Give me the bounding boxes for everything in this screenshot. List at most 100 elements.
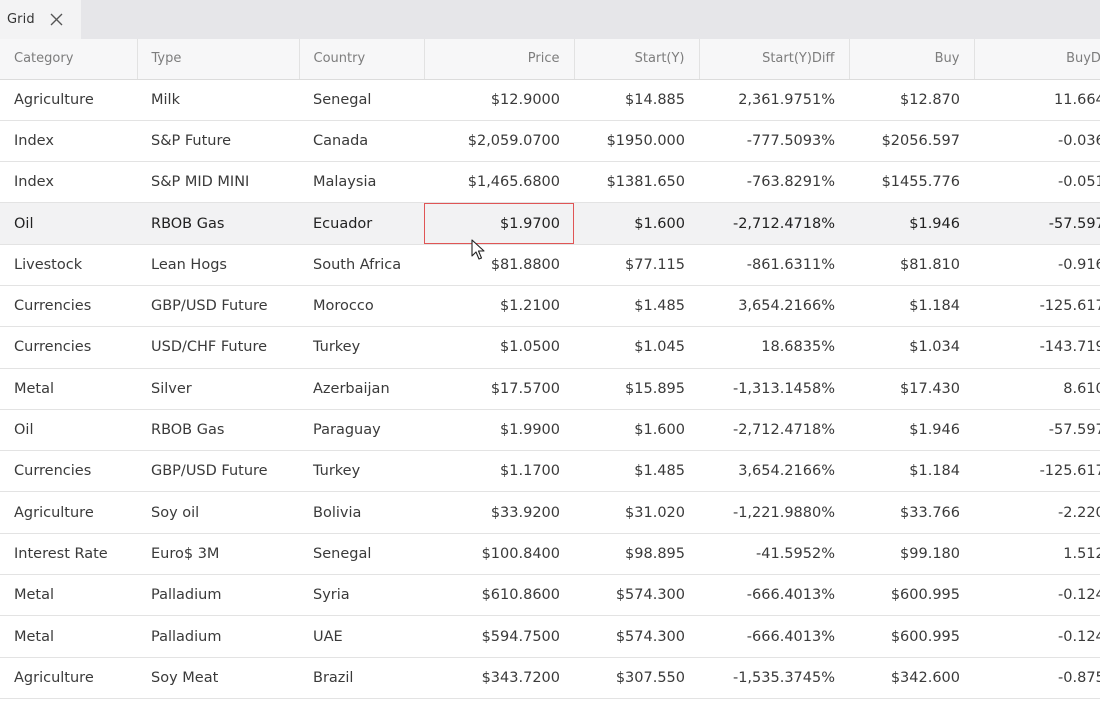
grid-cell[interactable]: Brazil <box>299 657 424 699</box>
grid-cell[interactable]: Senegal <box>299 533 424 576</box>
grid-cell[interactable]: $2056.597 <box>849 120 974 163</box>
grid-cell[interactable]: -143.7195 <box>974 326 1100 369</box>
grid-cell[interactable]: -666.4013% <box>699 615 849 658</box>
grid-cell[interactable]: -0.0365 <box>974 120 1100 163</box>
grid-cell[interactable]: Canada <box>299 120 424 163</box>
grid-cell[interactable]: GBP/USD Future <box>137 450 299 493</box>
grid-cell[interactable]: -2,712.4718% <box>699 202 849 245</box>
grid-cell[interactable]: Turkey <box>299 450 424 493</box>
grid-cell[interactable]: Agriculture <box>0 79 137 121</box>
grid-cell[interactable]: South Africa <box>299 244 424 286</box>
column-header-type[interactable]: Type <box>137 39 300 80</box>
grid-cell[interactable]: Agriculture <box>0 491 137 534</box>
table-row[interactable]: Interest Rate Euro$ 3M Senegal $100.8400 $98… <box>0 533 1100 576</box>
grid-cell[interactable]: Paraguay <box>299 409 424 452</box>
grid-cell[interactable]: Euro$ 3M <box>137 533 299 576</box>
grid-cell[interactable]: $1.485 <box>574 285 699 328</box>
grid-cell[interactable]: -1,221.9880% <box>699 491 849 534</box>
grid-cell[interactable]: Morocco <box>299 285 424 328</box>
close-icon[interactable] <box>49 12 64 27</box>
grid-cell[interactable]: Interest Rate <box>0 533 137 576</box>
grid-cell[interactable]: -125.6176 <box>974 450 1100 493</box>
grid-cell[interactable]: Metal <box>0 368 137 410</box>
grid-cell[interactable]: $31.020 <box>574 491 699 534</box>
grid-cell[interactable]: Currencies <box>0 450 137 493</box>
grid-cell[interactable]: Oil <box>0 202 137 245</box>
tab-grid[interactable]: Grid <box>0 0 81 39</box>
grid-cell[interactable]: $1,465.6800 <box>424 161 574 204</box>
grid-cell[interactable]: Currencies <box>0 285 137 328</box>
grid-cell[interactable]: Senegal <box>299 79 424 121</box>
grid-cell[interactable]: -57.5978 <box>974 409 1100 452</box>
table-row[interactable]: Index S&P MID MINI Malaysia $1,465.6800 $138… <box>0 161 1100 204</box>
grid-cell[interactable]: -41.5952% <box>699 533 849 576</box>
grid-cell[interactable]: Lean Hogs <box>137 244 299 286</box>
grid-cell[interactable]: $14.885 <box>574 79 699 121</box>
grid-cell[interactable]: -2.2208 <box>974 491 1100 534</box>
table-row[interactable]: Oil RBOB Gas Ecuador $1.9700 $1.600 -2,712.47… <box>0 202 1100 245</box>
table-row[interactable]: Agriculture Milk Senegal $12.9000 $14.885 2,3… <box>0 79 1100 121</box>
grid-cell[interactable]: Palladium <box>137 615 299 658</box>
grid-cell[interactable]: $77.115 <box>574 244 699 286</box>
table-row[interactable]: Metal Silver Azerbaijan $17.5700 $15.895 -1,3… <box>0 368 1100 410</box>
grid-cell[interactable]: $15.895 <box>574 368 699 410</box>
grid-cell[interactable]: $1.184 <box>849 450 974 493</box>
column-header-start-y-diff[interactable]: Start(Y)Diff <box>699 39 850 80</box>
grid-cell[interactable]: Palladium <box>137 574 299 617</box>
grid-cell[interactable]: GBP/USD Future <box>137 285 299 328</box>
grid-cell[interactable]: 1.5126 <box>974 533 1100 576</box>
grid-cell[interactable]: $1950.000 <box>574 120 699 163</box>
grid-cell[interactable]: $99.180 <box>849 533 974 576</box>
grid-cell[interactable]: Livestock <box>0 244 137 286</box>
grid-cell[interactable]: Turkey <box>299 326 424 369</box>
column-header-country[interactable]: Country <box>299 39 425 80</box>
grid-cell[interactable]: Metal <box>0 615 137 658</box>
grid-cell[interactable]: $1.045 <box>574 326 699 369</box>
grid-cell[interactable]: Currencies <box>0 326 137 369</box>
grid-cell[interactable]: Index <box>0 120 137 163</box>
grid-cell[interactable]: S&P MID MINI <box>137 161 299 204</box>
grid-cell[interactable]: -0.1248 <box>974 574 1100 617</box>
grid-cell[interactable]: RBOB Gas <box>137 202 299 245</box>
grid-cell[interactable]: -763.8291% <box>699 161 849 204</box>
grid-cell[interactable]: $1.600 <box>574 409 699 452</box>
grid-cell[interactable]: 3,654.2166% <box>699 450 849 493</box>
table-row[interactable]: Metal Palladium Syria $610.8600 $574.300 -666… <box>0 574 1100 617</box>
grid-cell[interactable]: $1.600 <box>574 202 699 245</box>
grid-cell[interactable]: -1,313.1458% <box>699 368 849 410</box>
column-header-price[interactable]: Price <box>424 39 575 80</box>
grid-cell[interactable]: $610.8600 <box>424 574 574 617</box>
grid-cell[interactable]: $307.550 <box>574 657 699 699</box>
grid-cell[interactable]: UAE <box>299 615 424 658</box>
grid-cell[interactable]: $33.9200 <box>424 491 574 534</box>
grid-cell[interactable]: Agriculture <box>0 657 137 699</box>
grid-cell[interactable]: $2,059.0700 <box>424 120 574 163</box>
grid-cell[interactable]: $1455.776 <box>849 161 974 204</box>
grid-cell[interactable]: 18.6835% <box>699 326 849 369</box>
grid-cell[interactable]: Soy oil <box>137 491 299 534</box>
grid-cell[interactable]: Oil <box>0 409 137 452</box>
grid-cell[interactable]: $600.995 <box>849 574 974 617</box>
grid-cell[interactable]: $81.8800 <box>424 244 574 286</box>
column-header-buydiff[interactable]: BuyDiff <box>974 39 1100 80</box>
column-header-start-y[interactable]: Start(Y) <box>574 39 700 80</box>
grid-cell[interactable]: 8.6108 <box>974 368 1100 410</box>
grid-cell[interactable]: -777.5093% <box>699 120 849 163</box>
grid-cell[interactable]: -0.0515 <box>974 161 1100 204</box>
grid-cell[interactable]: S&P Future <box>137 120 299 163</box>
table-row[interactable]: Metal Palladium UAE $594.7500 $574.300 -666.4… <box>0 615 1100 658</box>
grid-cell[interactable]: $12.9000 <box>424 79 574 121</box>
grid-cell[interactable]: -1,535.3745% <box>699 657 849 699</box>
grid-cell[interactable]: Azerbaijan <box>299 368 424 410</box>
grid-cell[interactable]: $600.995 <box>849 615 974 658</box>
grid-cell[interactable]: Index <box>0 161 137 204</box>
grid-cell[interactable]: $1.9900 <box>424 409 574 452</box>
grid-cell[interactable]: -0.8756 <box>974 657 1100 699</box>
grid-cell[interactable]: $81.810 <box>849 244 974 286</box>
table-row[interactable]: Currencies GBP/USD Future Turkey $1.1700 $1.… <box>0 450 1100 493</box>
grid-cell[interactable]: $98.895 <box>574 533 699 576</box>
grid-cell[interactable]: $1381.650 <box>574 161 699 204</box>
table-row[interactable]: Index S&P Future Canada $2,059.0700 $1950.00… <box>0 120 1100 163</box>
grid-cell[interactable]: -0.9167 <box>974 244 1100 286</box>
grid-cell[interactable]: Silver <box>137 368 299 410</box>
